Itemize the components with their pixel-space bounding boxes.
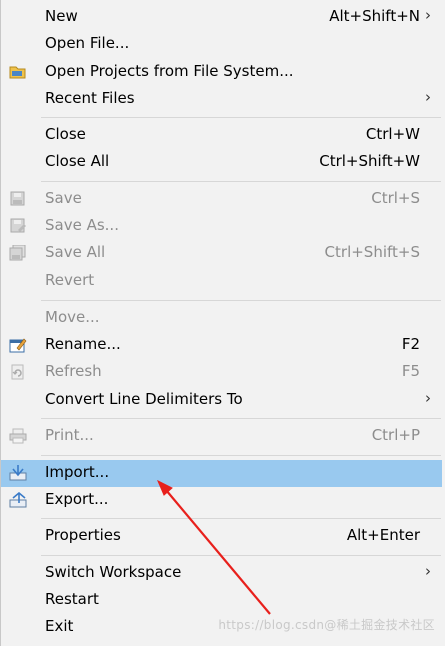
menu-item-label: Open Projects from File System... <box>45 62 294 80</box>
menu-item-save-as: Save As... <box>1 213 442 240</box>
menu-item-label: Restart <box>45 590 99 608</box>
menu-item-export[interactable]: Export... <box>1 487 442 514</box>
menu-separator <box>41 455 441 456</box>
menu-item-label: Convert Line Delimiters To <box>45 390 243 408</box>
menu-item-label: Open File... <box>45 34 130 52</box>
menu-separator <box>41 418 441 419</box>
menu-item-label: Close All <box>45 152 110 170</box>
save-icon <box>9 191 27 207</box>
menu-item-label: Exit <box>45 617 74 635</box>
menu-item-label: Recent Files <box>45 89 135 107</box>
folder-icon <box>9 64 27 80</box>
menu-item-open-file[interactable]: Open File... <box>1 31 442 58</box>
shortcut-label: Ctrl+P <box>371 426 420 444</box>
menu-item-label: Revert <box>45 271 95 289</box>
menu-item-label: Save All <box>45 243 106 261</box>
menu-item-rename[interactable]: Rename... F2 <box>1 332 442 359</box>
menu-item-close[interactable]: Close Ctrl+W <box>1 122 442 149</box>
import-icon <box>9 465 27 481</box>
menu-item-convert-line-delimiters[interactable]: Convert Line Delimiters To › <box>1 387 442 414</box>
menu-item-open-projects[interactable]: Open Projects from File System... <box>1 59 442 86</box>
refresh-icon <box>9 364 27 380</box>
menu-separator <box>41 181 441 182</box>
rename-icon <box>9 337 27 353</box>
menu-item-label: Switch Workspace <box>45 563 182 581</box>
menu-item-new[interactable]: New Alt+Shift+N › <box>1 4 442 31</box>
menu-separator <box>41 518 441 519</box>
shortcut-label: Ctrl+W <box>365 125 420 143</box>
menu-item-import[interactable]: Import... <box>1 460 442 487</box>
menu-item-save: Save Ctrl+S <box>1 186 442 213</box>
printer-icon <box>9 428 27 444</box>
menu-separator <box>41 300 441 301</box>
shortcut-label: Ctrl+Shift+S <box>324 243 420 261</box>
submenu-arrow-icon: › <box>425 88 431 106</box>
save-all-icon <box>9 244 27 261</box>
menu-item-label: Import... <box>45 463 110 481</box>
export-icon <box>9 491 27 508</box>
menu-item-label: Refresh <box>45 362 102 380</box>
menu-item-label: Export... <box>45 490 109 508</box>
menu-item-recent-files[interactable]: Recent Files › <box>1 86 442 113</box>
menu-item-label: Move... <box>45 308 100 326</box>
submenu-arrow-icon: › <box>425 562 431 580</box>
menu-item-restart[interactable]: Restart <box>1 587 442 614</box>
menu-item-save-all: Save All Ctrl+Shift+S <box>1 240 442 267</box>
menu-item-label: New <box>45 7 78 25</box>
menu-item-label: Print... <box>45 426 94 444</box>
shortcut-label: F2 <box>401 335 420 353</box>
watermark: https://blog.csdn@稀土掘金技术社区 <box>218 618 435 632</box>
shortcut-label: Alt+Shift+N <box>329 7 420 25</box>
shortcut-label: Ctrl+S <box>371 189 420 207</box>
menu-item-label: Properties <box>45 526 121 544</box>
shortcut-label: Alt+Enter <box>346 526 420 544</box>
menu-item-properties[interactable]: Properties Alt+Enter <box>1 523 442 550</box>
menu-item-move: Move... <box>1 305 442 332</box>
submenu-arrow-icon: › <box>425 6 431 24</box>
menu-item-label: Rename... <box>45 335 121 353</box>
menu-item-label: Save As... <box>45 216 119 234</box>
menu-item-print: Print... Ctrl+P <box>1 423 442 450</box>
menu-item-revert: Revert <box>1 268 442 295</box>
shortcut-label: F5 <box>401 362 420 380</box>
menu-item-refresh: Refresh F5 <box>1 359 442 386</box>
menu-item-label: Close <box>45 125 86 143</box>
menu-item-switch-workspace[interactable]: Switch Workspace › <box>1 560 442 587</box>
menu-item-label: Save <box>45 189 82 207</box>
menu-item-close-all[interactable]: Close All Ctrl+Shift+W <box>1 149 442 176</box>
submenu-arrow-icon: › <box>425 389 431 407</box>
save-as-icon <box>9 218 27 234</box>
file-menu: New Alt+Shift+N › Open File... Open Proj… <box>0 0 445 646</box>
shortcut-label: Ctrl+Shift+W <box>319 152 420 170</box>
menu-separator <box>41 117 441 118</box>
menu-separator <box>41 555 441 556</box>
